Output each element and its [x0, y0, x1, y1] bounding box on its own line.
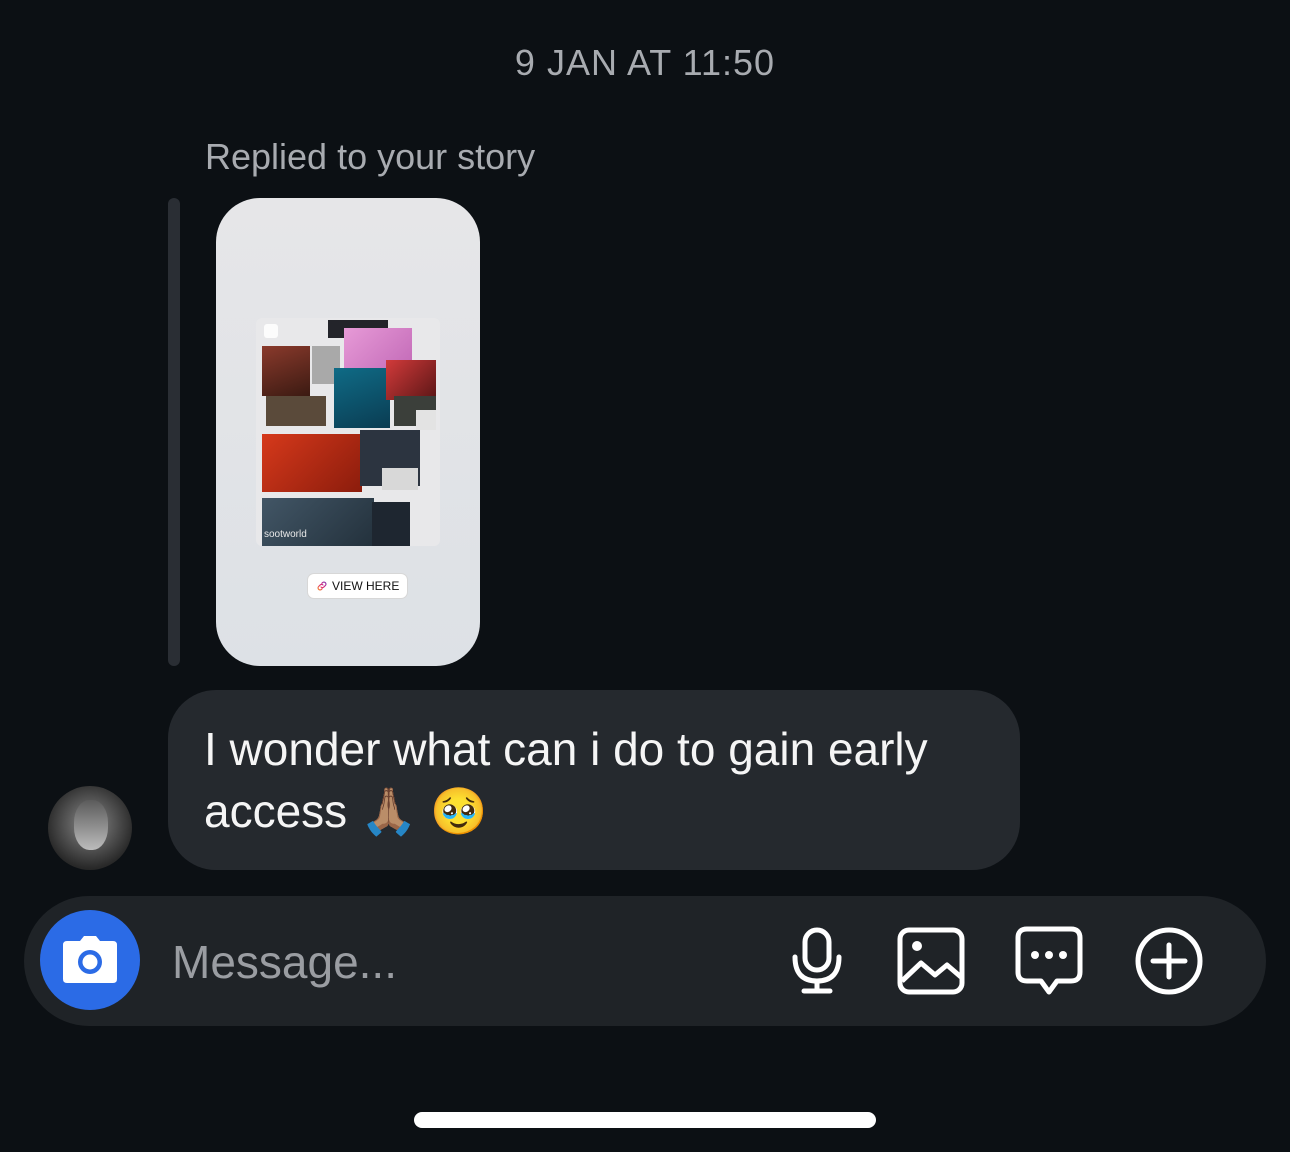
- message-bubble[interactable]: I wonder what can i do to gain early acc…: [168, 690, 1020, 870]
- sticker-icon: [1015, 926, 1083, 995]
- view-here-label: VIEW HERE: [332, 579, 400, 593]
- story-reply-label: Replied to your story: [205, 136, 536, 177]
- sender-avatar[interactable]: [48, 786, 132, 870]
- plus-icon: [1135, 927, 1203, 995]
- collage-tile: [382, 468, 418, 490]
- view-here-link-sticker[interactable]: VIEW HERE: [308, 574, 408, 598]
- message-input[interactable]: [170, 926, 754, 998]
- microphone-button[interactable]: [780, 924, 854, 998]
- sticker-button[interactable]: [1012, 924, 1086, 998]
- collage-tile: [372, 502, 410, 546]
- collage-tile: [416, 410, 436, 430]
- collage-tile: [262, 346, 310, 396]
- story-preview-card[interactable]: sootworld VIEW HERE: [216, 198, 480, 666]
- collage-tile: [262, 434, 362, 492]
- story-collage-image: sootworld: [256, 318, 440, 546]
- collage-tile: [266, 396, 326, 426]
- camera-icon: [63, 936, 117, 983]
- reply-indicator-bar: [168, 198, 180, 666]
- message-composer: [24, 896, 1266, 1026]
- message-text: I wonder what can i do to gain early acc…: [204, 723, 928, 837]
- link-icon: [317, 581, 327, 591]
- camera-button[interactable]: [40, 910, 140, 1010]
- home-indicator: [414, 1112, 876, 1128]
- collage-tile: [334, 368, 390, 428]
- avatar-face: [74, 800, 108, 850]
- collage-caption: sootworld: [264, 529, 307, 540]
- chat-timestamp: 9 JAN AT 11:50: [514, 42, 776, 83]
- collage-tile: [386, 360, 436, 400]
- gallery-button[interactable]: [894, 924, 968, 998]
- reel-badge-icon: [264, 324, 278, 338]
- more-options-button[interactable]: [1132, 924, 1206, 998]
- microphone-icon: [792, 927, 842, 994]
- gallery-icon: [897, 927, 965, 995]
